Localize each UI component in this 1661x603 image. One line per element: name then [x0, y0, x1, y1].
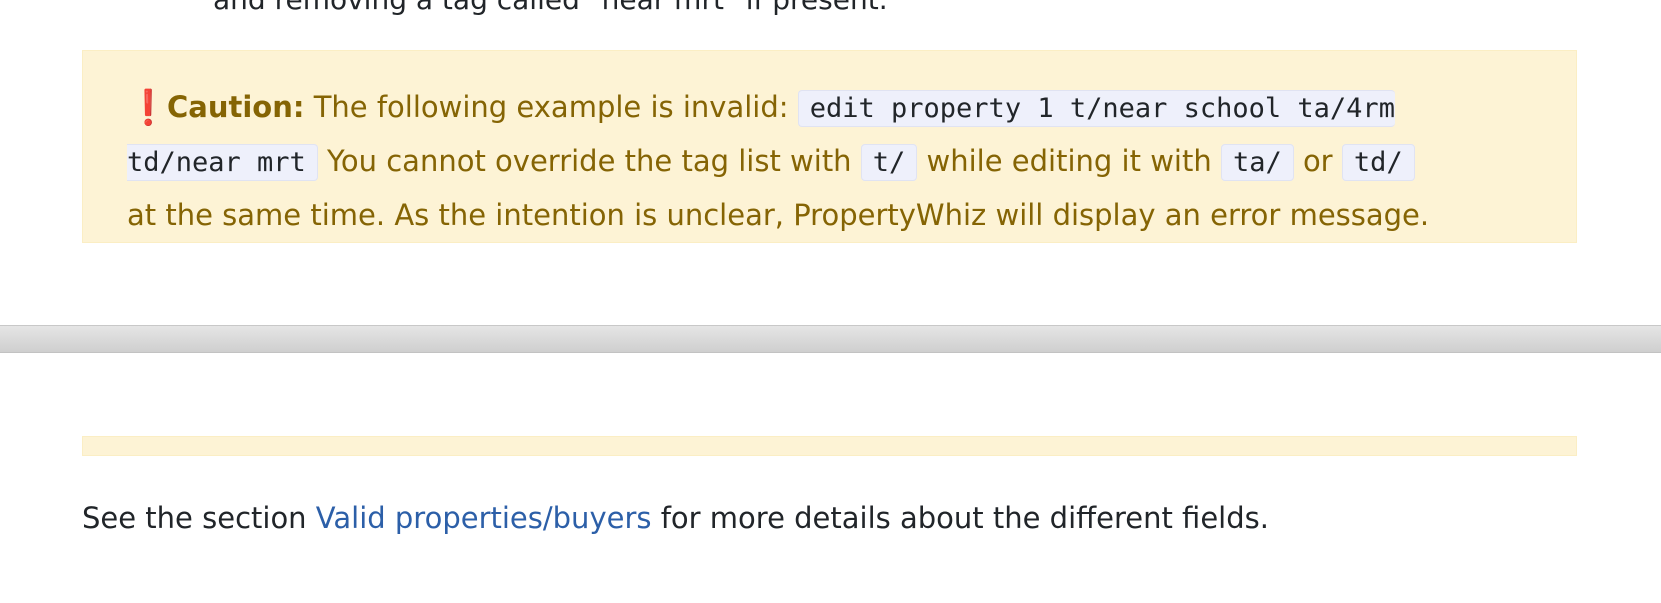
tag-prefix-code: t/ — [860, 144, 918, 181]
add-tag-prefix-code: ta/ — [1220, 144, 1294, 181]
callout-continuation-strip — [82, 436, 1577, 456]
delete-tag-prefix-code: td/ — [1341, 144, 1415, 181]
caution-line-3: at the same time. As the intention is un… — [127, 189, 1532, 241]
footer-suffix: for more details about the different fie… — [660, 501, 1269, 535]
exclamation-icon: ❗ — [127, 88, 170, 128]
document-page: and removing a tag called "near mrt" if … — [0, 0, 1661, 603]
caution-line-1: ❗Caution: The following example is inval… — [127, 81, 1532, 135]
invalid-example-command: edit property 1 t/near school ta/4rm — [797, 90, 1395, 127]
caution-intro: The following example is invalid: — [313, 90, 789, 124]
caution-label: Caution: — [167, 90, 305, 124]
caution-line-2: td/near mrt You cannot override the tag … — [127, 135, 1532, 189]
caution-text-4: at the same time. As the intention is un… — [127, 198, 1430, 232]
previous-list-item-text: and removing a tag called "near mrt" if … — [213, 0, 888, 16]
see-section-paragraph: See the section Valid properties/buyers … — [82, 498, 1269, 538]
caution-text-2: while editing it with — [926, 144, 1212, 178]
valid-properties-buyers-link[interactable]: Valid properties/buyers — [316, 501, 652, 535]
page-break-divider — [0, 325, 1661, 353]
caution-text-3: or — [1302, 144, 1333, 178]
caution-callout: ❗Caution: The following example is inval… — [82, 50, 1577, 243]
caution-text-1: You cannot override the tag list with — [327, 144, 852, 178]
invalid-example-command-continued: td/near mrt — [127, 144, 318, 181]
footer-prefix: See the section — [82, 501, 307, 535]
